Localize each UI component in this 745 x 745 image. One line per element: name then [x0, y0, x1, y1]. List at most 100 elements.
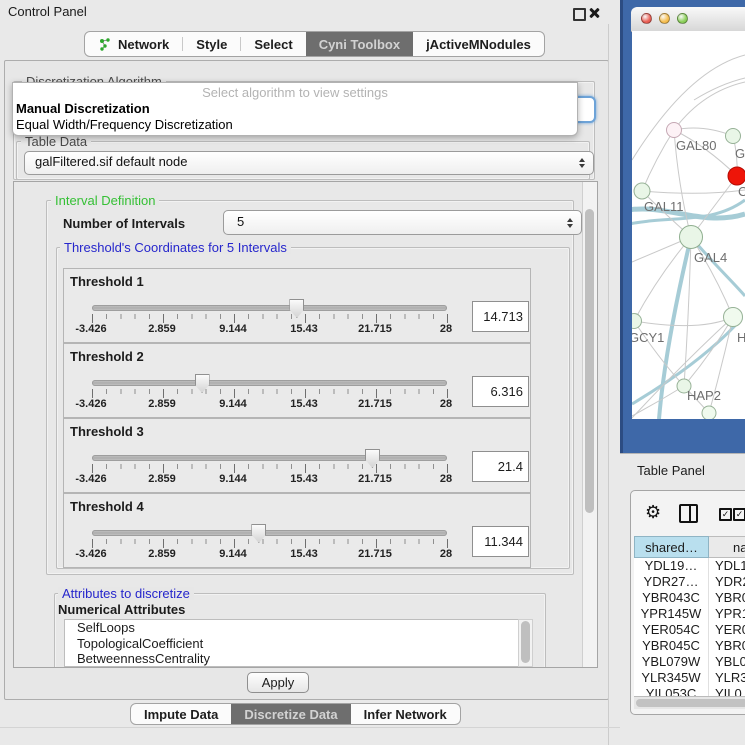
table-horizontal-scrollbar[interactable] — [634, 696, 745, 709]
table-data-combobox[interactable]: galFiltered.sif default node — [24, 151, 594, 175]
network-icon — [98, 37, 113, 52]
cell-shared-name[interactable]: YPR145W — [634, 606, 709, 622]
gear-icon[interactable]: ⚙ — [645, 503, 661, 521]
threshold-slider-track[interactable] — [92, 530, 447, 536]
tab-select[interactable]: Select — [241, 32, 305, 56]
cell-name[interactable]: YDR2 — [709, 574, 745, 590]
panel-scrollbar-thumb[interactable] — [585, 209, 594, 513]
cell-shared-name[interactable]: YBR043C — [634, 590, 709, 606]
cell-shared-name[interactable]: YBL079W — [634, 654, 709, 670]
tab-style[interactable]: Style — [183, 32, 240, 56]
number-of-intervals-combobox[interactable]: 5 — [223, 210, 582, 235]
checkbox-icon[interactable]: ✓ — [719, 508, 732, 521]
tab-infer-network[interactable]: Infer Network — [351, 704, 460, 724]
table-row[interactable]: YPR145WYPR1 — [634, 606, 745, 622]
attribute-list-item[interactable]: BetweennessCentrality — [65, 651, 518, 667]
threshold-value-field[interactable]: 14.713 — [472, 301, 529, 332]
network-node[interactable] — [724, 308, 743, 327]
table-hscrollbar-thumb[interactable] — [636, 699, 745, 707]
attributes-scrollbar-thumb[interactable] — [521, 621, 530, 663]
cell-name[interactable]: YLR3 — [709, 670, 745, 686]
slider-major-ticks — [92, 314, 448, 323]
network-edge[interactable] — [634, 317, 733, 326]
panel-vertical-scrollbar[interactable] — [582, 182, 597, 667]
close-icon[interactable] — [588, 7, 600, 19]
cell-shared-name[interactable]: YBR045C — [634, 638, 709, 654]
node-label: H — [737, 330, 745, 345]
cell-name[interactable]: YIL0 — [709, 686, 745, 696]
slider-scale-label: 15.43 — [290, 473, 318, 485]
minimize-traffic-light[interactable] — [659, 13, 670, 24]
cell-shared-name[interactable]: YDL19… — [634, 558, 709, 574]
network-node[interactable] — [726, 129, 741, 144]
cell-shared-name[interactable]: YIL053C — [634, 686, 709, 696]
threshold-label: Threshold 4 — [70, 499, 144, 514]
application-window: Control Panel NetworkStyleSelectCyni Too… — [0, 0, 745, 745]
tab-impute-data[interactable]: Impute Data — [131, 704, 231, 724]
table-row[interactable]: YBR045CYBR0 — [634, 638, 745, 654]
threshold-slider-track[interactable] — [92, 455, 447, 461]
attributes-list-scrollbar[interactable] — [518, 619, 533, 667]
table-row[interactable]: YIL053CYIL0 — [634, 686, 745, 696]
slider-scale-label: -3.426 — [75, 473, 106, 485]
attribute-list-item[interactable]: TopologicalCoefficient — [65, 636, 518, 652]
network-node[interactable] — [680, 226, 703, 249]
tab-cyni-toolbox[interactable]: Cyni Toolbox — [306, 32, 413, 56]
threshold-value-field[interactable]: 11.344 — [472, 526, 529, 557]
network-edge[interactable] — [642, 190, 745, 193]
threshold-value-field[interactable]: 21.4 — [472, 451, 529, 482]
attributes-group-title: Attributes to discretize — [58, 587, 194, 600]
dropdown-option-equal-width-frequency[interactable]: Equal Width/Frequency Discretization — [13, 117, 577, 133]
close-traffic-light[interactable] — [641, 13, 652, 24]
node-label: GAL11 — [644, 199, 684, 214]
threshold-value-field[interactable]: 6.316 — [472, 376, 529, 407]
network-edge[interactable] — [674, 82, 745, 130]
network-node[interactable] — [702, 406, 716, 419]
table-row[interactable]: YDR27…YDR2 — [634, 574, 745, 590]
network-node[interactable] — [667, 123, 682, 138]
table-row[interactable]: YDL19…YDL1 — [634, 558, 745, 574]
threshold-label: Threshold 2 — [70, 349, 144, 364]
tab-network[interactable]: Network — [85, 32, 182, 56]
cell-shared-name[interactable]: YDR27… — [634, 574, 709, 590]
network-node[interactable] — [634, 183, 650, 199]
slider-scale-label: -3.426 — [75, 398, 106, 410]
threshold-slider-track[interactable] — [92, 380, 447, 386]
cell-name[interactable]: YDL1 — [709, 558, 745, 574]
zoom-traffic-light[interactable] — [677, 13, 688, 24]
apply-button[interactable]: Apply — [247, 672, 309, 693]
table-row[interactable]: YLR345WYLR3 — [634, 670, 745, 686]
network-edge[interactable] — [642, 130, 674, 191]
column-header-shared-name[interactable]: shared… — [634, 536, 709, 558]
tab-jactivemnodules[interactable]: jActiveMNodules — [413, 32, 544, 56]
split-view-icon[interactable] — [679, 504, 698, 523]
table-data-value: galFiltered.sif default node — [35, 154, 187, 169]
network-node[interactable] — [632, 314, 642, 329]
network-edge[interactable] — [694, 78, 745, 100]
bottom-tab-bar: Impute DataDiscretize DataInfer Network — [130, 703, 461, 725]
cell-name[interactable]: YPR1 — [709, 606, 745, 622]
network-node[interactable] — [728, 167, 745, 185]
dropdown-option-manual-discretization[interactable]: Manual Discretization — [13, 101, 577, 117]
table-row[interactable]: YBR043CYBR0 — [634, 590, 745, 606]
slider-scale-label: -3.426 — [75, 548, 106, 560]
tab-discretize-data[interactable]: Discretize Data — [231, 704, 350, 724]
table-panel-title: Table Panel — [637, 463, 705, 478]
network-canvas[interactable]: GAL80GACGAL11GAL4GCY1HHAP2 — [632, 31, 745, 419]
threshold-slider-track[interactable] — [92, 305, 447, 311]
cell-shared-name[interactable]: YER054C — [634, 622, 709, 638]
cell-shared-name[interactable]: YLR345W — [634, 670, 709, 686]
cell-name[interactable]: YER0 — [709, 622, 745, 638]
table-row[interactable]: YBL079WYBL0 — [634, 654, 745, 670]
float-window-icon[interactable] — [573, 8, 586, 21]
column-header-name[interactable]: na — [709, 536, 745, 558]
cell-name[interactable]: YBR0 — [709, 590, 745, 606]
network-graph[interactable]: GAL80GACGAL11GAL4GCY1HHAP2 — [632, 31, 745, 419]
attribute-list-item[interactable]: SelfLoops — [65, 620, 518, 636]
slider-scale-label: 28 — [440, 398, 452, 410]
cell-name[interactable]: YBL0 — [709, 654, 745, 670]
cell-name[interactable]: YBR0 — [709, 638, 745, 654]
network-window-titlebar — [631, 7, 745, 32]
checkbox-icon[interactable]: ✓ — [733, 508, 745, 521]
table-row[interactable]: YER054CYER0 — [634, 622, 745, 638]
